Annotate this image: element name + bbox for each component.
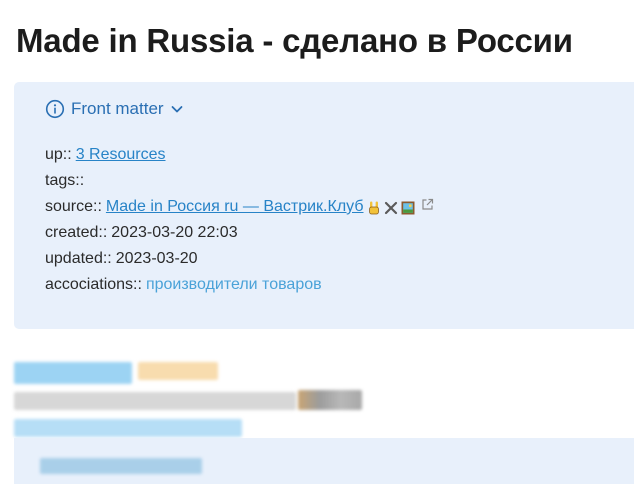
crossed-swords-icon — [384, 199, 398, 215]
chevron-down-icon — [170, 102, 184, 116]
blurred-date-badge — [138, 362, 218, 380]
blurred-text-line — [14, 392, 296, 410]
source-link[interactable]: Made in Россия ru — Вастрик.Клуб — [106, 194, 415, 220]
property-key-associations: accociations:: — [45, 276, 142, 293]
source-link-text: Made in Россия ru — Вастрик.Клуб — [105, 198, 364, 215]
created-value: 2023-03-20 22:03 — [111, 224, 238, 241]
framed-picture-icon — [401, 199, 415, 215]
page-title: Made in Russia - сделано в России — [16, 22, 573, 59]
front-matter-properties: up:: 3 Resources tags:: source:: Made in… — [45, 142, 434, 298]
blurred-link-line-2 — [14, 419, 242, 437]
blurred-emoji-strip — [298, 390, 362, 410]
property-key-tags: tags:: — [45, 172, 85, 189]
blurred-link-line-1 — [14, 362, 132, 384]
blurred-panel-text — [40, 458, 202, 474]
front-matter-label: Front matter — [71, 99, 164, 118]
property-key-created: created:: — [45, 224, 108, 241]
property-key-source: source:: — [45, 198, 102, 215]
property-tags: tags:: — [45, 168, 434, 194]
rock-hand-icon — [367, 199, 381, 215]
property-key-updated: updated:: — [45, 250, 112, 267]
updated-value: 2023-03-20 — [115, 250, 198, 267]
external-link-icon[interactable] — [421, 194, 434, 220]
note-page: Made in Russia - сделано в России Front … — [0, 0, 634, 484]
associations-link[interactable]: производители товаров — [146, 272, 322, 298]
property-associations: accociations:: производители товаров — [45, 272, 434, 298]
up-link[interactable]: 3 Resources — [76, 142, 166, 168]
property-source: source:: Made in Россия ru — Вастрик.Клу… — [45, 194, 434, 220]
property-key-up: up:: — [45, 146, 72, 163]
front-matter-toggle[interactable]: Front matter — [45, 99, 184, 119]
property-up: up:: 3 Resources — [45, 142, 434, 168]
property-updated: updated:: 2023-03-20 — [45, 246, 434, 272]
property-created: created:: 2023-03-20 22:03 — [45, 220, 434, 246]
front-matter-panel: Front matter up:: 3 Resources tags:: sou… — [14, 82, 634, 329]
info-circle-icon — [45, 99, 65, 119]
